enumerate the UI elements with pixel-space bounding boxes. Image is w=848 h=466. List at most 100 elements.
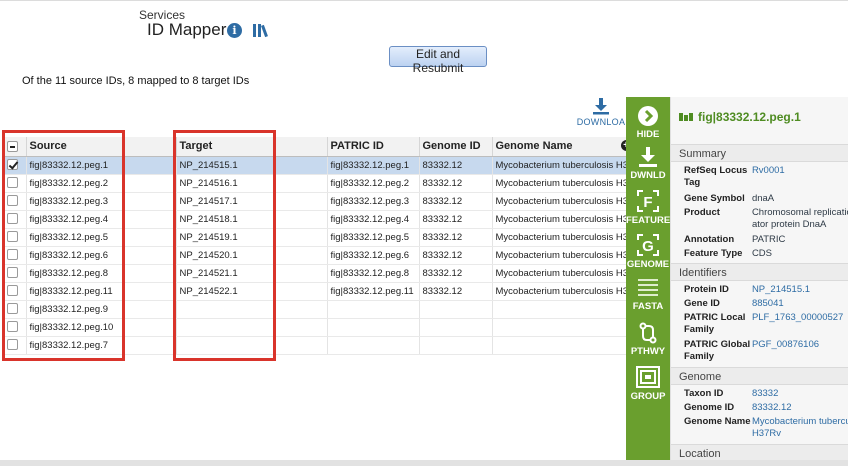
column-header-source[interactable]: Source <box>26 137 177 157</box>
table-row[interactable]: fig|83332.12.peg.10 <box>4 318 626 337</box>
bottom-scrollbar[interactable] <box>0 460 848 466</box>
column-header-genome-name-label: Genome Name <box>495 140 573 153</box>
column-header-patric-id[interactable]: PATRIC ID <box>327 137 420 157</box>
table-row[interactable]: fig|83332.12.peg.11 NP_214522.1 fig|83332.… <box>4 282 626 301</box>
sidebar-label-fasta: FASTA <box>632 301 664 312</box>
panel-title[interactable]: fig|83332.12.peg.1 <box>698 110 801 124</box>
table-row[interactable]: fig|83332.12.peg.4 NP_214518.1 fig|83332.1… <box>4 210 626 229</box>
cell-target: NP_214517.1 <box>176 192 328 211</box>
cell-genome-id: 83332.12 <box>419 264 493 283</box>
cell-genome-name: Mycobacterium tuberculosis H37 <box>492 156 626 175</box>
cell-genome-id: 83332.12 <box>419 210 493 229</box>
cell-source: fig|83332.12.peg.11 <box>26 282 177 301</box>
cell-genome-id: 83332.12 <box>419 156 493 175</box>
fasta-icon <box>638 279 658 296</box>
cell-target: NP_214522.1 <box>176 282 328 301</box>
field-refseq-locus-tag: RefSeq Locus Tag Rv0001 <box>684 165 785 188</box>
cell-source: fig|83332.12.peg.9 <box>26 300 177 319</box>
section-summary: Summary <box>671 144 848 162</box>
row-checkbox[interactable] <box>4 264 27 283</box>
cell-genome-name: Mycobacterium tuberculosis H37 <box>492 192 626 211</box>
table-row[interactable]: fig|83332.12.peg.5 NP_214519.1 fig|83332.1… <box>4 228 626 247</box>
cell-target: NP_214518.1 <box>176 210 328 229</box>
sidebar-item-pthwy[interactable]: PTHWY <box>626 322 670 357</box>
field-genome-name: Genome Name Mycobacterium tubercu H37Rv <box>684 416 848 439</box>
download-button[interactable]: DOWNLOA <box>576 97 626 127</box>
section-identifiers: Identifiers <box>671 263 848 281</box>
svg-text:G: G <box>642 238 654 255</box>
row-checkbox[interactable] <box>4 210 27 229</box>
sidebar-label-feature: FEATURE <box>626 215 671 226</box>
library-icon[interactable] <box>252 23 270 38</box>
sidebar-label-hide: HIDE <box>636 129 660 140</box>
sidebar-item-feature[interactable]: F FEATURE <box>626 189 670 226</box>
cell-target: NP_214520.1 <box>176 246 328 265</box>
cell-source: fig|83332.12.peg.10 <box>26 318 177 337</box>
sidebar-item-dwnld[interactable]: DWNLD <box>626 146 670 181</box>
table-row[interactable]: fig|83332.12.peg.7 <box>4 336 626 355</box>
cell-genome-name: Mycobacterium tuberculosis H37 <box>492 246 626 265</box>
cell-source: fig|83332.12.peg.2 <box>26 174 177 193</box>
row-checkbox[interactable] <box>4 318 27 337</box>
cell-patric-id: fig|83332.12.peg.8 <box>327 264 420 283</box>
row-checkbox[interactable] <box>4 336 27 355</box>
cell-genome-id: 83332.12 <box>419 228 493 247</box>
cell-genome-id: 83332.12 <box>419 282 493 301</box>
section-genome: Genome <box>671 367 848 385</box>
field-gene-id: Gene ID 885041 <box>684 298 784 309</box>
field-feature-type: Feature Type CDS <box>684 248 772 259</box>
cell-genome-id <box>419 300 493 319</box>
sidebar-item-fasta[interactable]: FASTA <box>626 277 670 312</box>
page-title: ID Mapper <box>147 20 227 39</box>
cell-patric-id: fig|83332.12.peg.1 <box>327 156 420 175</box>
sidebar-label-group: GROUP <box>630 391 666 402</box>
cell-target <box>176 300 328 319</box>
row-checkbox[interactable] <box>4 246 27 265</box>
row-checkbox[interactable] <box>4 192 27 211</box>
cell-patric-id <box>327 318 420 337</box>
table-row[interactable]: fig|83332.12.peg.1 NP_214515.1 fig|83332.1… <box>4 156 626 175</box>
table-row[interactable]: fig|83332.12.peg.8 NP_214521.1 fig|83332.1… <box>4 264 626 283</box>
table-row[interactable]: fig|83332.12.peg.3 NP_214517.1 fig|83332.1… <box>4 192 626 211</box>
column-header-genome-id[interactable]: Genome ID <box>419 137 493 157</box>
row-checkbox[interactable] <box>4 156 27 175</box>
cell-patric-id: fig|83332.12.peg.4 <box>327 210 420 229</box>
field-gene-symbol: Gene Symbol dnaA <box>684 193 775 204</box>
cell-genome-name: Mycobacterium tuberculosis H37 <box>492 210 626 229</box>
field-patric-local-family: PATRIC Local Family PLF_1763_00000527 <box>684 312 844 335</box>
cell-genome-id: 83332.12 <box>419 174 493 193</box>
cell-source: fig|83332.12.peg.4 <box>26 210 177 229</box>
table-row[interactable]: fig|83332.12.peg.9 <box>4 300 626 319</box>
sidebar-item-group[interactable]: GROUP <box>626 365 670 402</box>
sidebar-item-genome[interactable]: G GENOME <box>626 233 670 270</box>
field-product: Product Chromosomal replication ator pro… <box>684 207 848 230</box>
row-checkbox[interactable] <box>4 282 27 301</box>
edit-and-resubmit-button[interactable]: Edit and Resubmit <box>389 46 487 75</box>
row-checkbox[interactable] <box>4 300 27 319</box>
feature-icon: F <box>637 190 659 212</box>
top-divider <box>0 0 848 1</box>
column-header-target[interactable]: Target <box>176 137 328 157</box>
cell-genome-name <box>492 336 626 355</box>
cell-patric-id: fig|83332.12.peg.11 <box>327 282 420 301</box>
download-label: DOWNLOA <box>576 117 626 127</box>
select-all-checkbox[interactable] <box>4 137 27 157</box>
section-location: Location <box>671 444 848 460</box>
chevron-right-icon <box>638 106 658 126</box>
feature-bars-icon <box>679 113 693 121</box>
row-checkbox[interactable] <box>4 228 27 247</box>
cell-genome-name: Mycobacterium tuberculosis H37 <box>492 282 626 301</box>
results-grid: Source Target PATRIC ID Genome ID Genome… <box>4 137 626 457</box>
info-icon[interactable]: i <box>227 23 242 38</box>
table-row[interactable]: fig|83332.12.peg.6 NP_214520.1 fig|83332.1… <box>4 246 626 265</box>
cell-target <box>176 318 328 337</box>
title-icons: i <box>227 23 270 38</box>
table-row[interactable]: fig|83332.12.peg.2 NP_214516.1 fig|83332.1… <box>4 174 626 193</box>
field-protein-id: Protein ID NP_214515.1 <box>684 284 811 295</box>
row-checkbox[interactable] <box>4 174 27 193</box>
cell-source: fig|83332.12.peg.8 <box>26 264 177 283</box>
genome-icon: G <box>637 234 659 256</box>
cell-patric-id <box>327 336 420 355</box>
column-header-genome-name[interactable]: Genome Name + <box>492 137 626 157</box>
sidebar-item-hide[interactable]: HIDE <box>626 105 670 140</box>
